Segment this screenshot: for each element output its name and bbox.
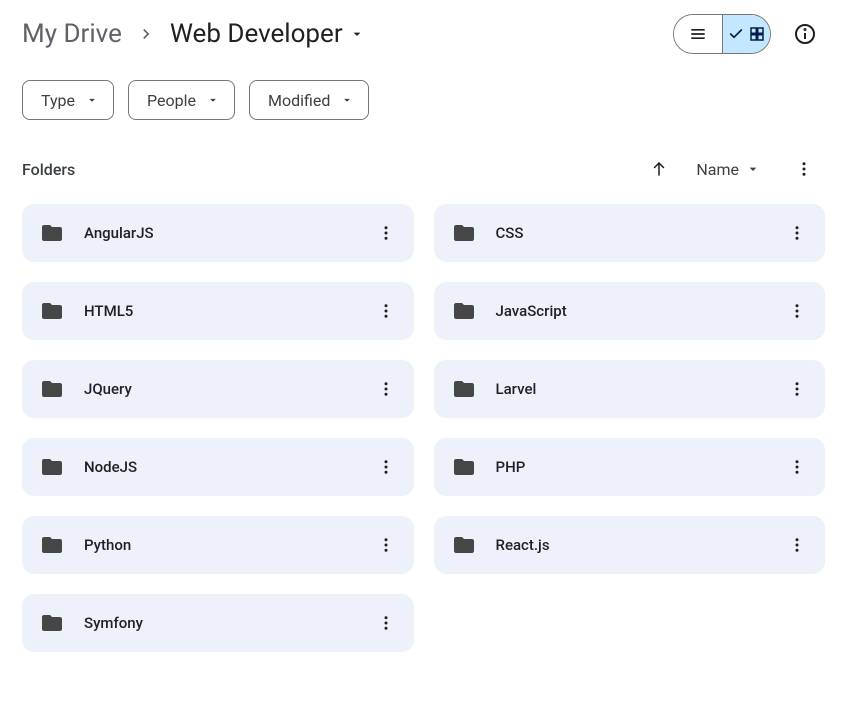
folder-name: Symfony xyxy=(84,614,368,632)
folder-card[interactable]: JavaScript xyxy=(434,282,826,340)
section-title: Folders xyxy=(22,160,75,179)
breadcrumb-current-label: Web Developer xyxy=(170,19,343,49)
folder-more-button[interactable] xyxy=(779,293,815,329)
folder-more-button[interactable] xyxy=(779,215,815,251)
folder-icon xyxy=(40,533,64,557)
info-icon xyxy=(793,22,817,46)
folder-icon xyxy=(40,377,64,401)
header-actions xyxy=(673,14,825,54)
sort-direction-button[interactable] xyxy=(650,160,668,178)
folder-name: PHP xyxy=(496,458,780,476)
folder-icon xyxy=(452,533,476,557)
folder-icon xyxy=(452,455,476,479)
section-more-button[interactable] xyxy=(789,154,819,184)
filter-people[interactable]: People xyxy=(128,80,235,120)
breadcrumb-current[interactable]: Web Developer xyxy=(170,19,365,49)
folder-more-button[interactable] xyxy=(368,449,404,485)
folder-icon xyxy=(40,221,64,245)
view-toggle xyxy=(673,14,771,54)
folder-card[interactable]: CSS xyxy=(434,204,826,262)
folder-name: AngularJS xyxy=(84,224,368,242)
header-bar: My Drive Web Developer xyxy=(22,14,825,54)
caret-down-icon xyxy=(206,93,220,107)
sort-by-button[interactable]: Name xyxy=(696,160,761,179)
filter-people-label: People xyxy=(147,91,196,110)
more-vert-icon xyxy=(795,160,813,178)
folder-icon xyxy=(452,377,476,401)
filter-modified[interactable]: Modified xyxy=(249,80,369,120)
folder-icon xyxy=(452,221,476,245)
caret-down-icon xyxy=(340,93,354,107)
section-header: Folders Name xyxy=(22,154,825,184)
folder-name: CSS xyxy=(496,224,780,242)
section-controls: Name xyxy=(650,154,819,184)
list-view-icon xyxy=(688,24,708,44)
folder-more-button[interactable] xyxy=(779,371,815,407)
folder-more-button[interactable] xyxy=(368,293,404,329)
filter-type[interactable]: Type xyxy=(22,80,114,120)
info-button[interactable] xyxy=(785,14,825,54)
chevron-right-icon xyxy=(136,24,156,44)
folder-card[interactable]: React.js xyxy=(434,516,826,574)
folder-icon xyxy=(452,299,476,323)
folder-name: NodeJS xyxy=(84,458,368,476)
folder-more-button[interactable] xyxy=(368,605,404,641)
folder-name: Python xyxy=(84,536,368,554)
folder-name: JavaScript xyxy=(496,302,780,320)
caret-down-icon xyxy=(85,93,99,107)
folder-more-button[interactable] xyxy=(779,527,815,563)
folder-card[interactable]: Python xyxy=(22,516,414,574)
grid-view-button[interactable] xyxy=(722,15,770,53)
folder-card[interactable]: JQuery xyxy=(22,360,414,418)
folder-more-button[interactable] xyxy=(368,371,404,407)
filter-type-label: Type xyxy=(41,91,75,110)
folder-more-button[interactable] xyxy=(779,449,815,485)
folder-card[interactable]: PHP xyxy=(434,438,826,496)
filter-row: Type People Modified xyxy=(22,80,825,120)
breadcrumb-root[interactable]: My Drive xyxy=(22,19,122,49)
folder-card[interactable]: HTML5 xyxy=(22,282,414,340)
folder-card[interactable]: Larvel xyxy=(434,360,826,418)
folder-more-button[interactable] xyxy=(368,215,404,251)
folder-grid: AngularJS CSS HTML5 JavaScript JQuery Larvel N… xyxy=(22,204,825,652)
folder-more-button[interactable] xyxy=(368,527,404,563)
list-view-button[interactable] xyxy=(674,15,722,53)
folder-card[interactable]: Symfony xyxy=(22,594,414,652)
breadcrumb: My Drive Web Developer xyxy=(22,19,365,49)
arrow-up-icon xyxy=(650,160,668,178)
folder-name: Larvel xyxy=(496,380,780,398)
folder-card[interactable]: NodeJS xyxy=(22,438,414,496)
check-icon xyxy=(728,26,744,42)
folder-name: JQuery xyxy=(84,380,368,398)
folder-name: React.js xyxy=(496,536,780,554)
sort-by-label: Name xyxy=(696,160,739,179)
grid-view-icon xyxy=(748,25,766,43)
filter-modified-label: Modified xyxy=(268,91,330,110)
folder-card[interactable]: AngularJS xyxy=(22,204,414,262)
caret-down-icon xyxy=(745,161,761,177)
folder-icon xyxy=(40,299,64,323)
folder-name: HTML5 xyxy=(84,302,368,320)
caret-down-icon xyxy=(349,26,365,42)
folder-icon xyxy=(40,611,64,635)
folder-icon xyxy=(40,455,64,479)
